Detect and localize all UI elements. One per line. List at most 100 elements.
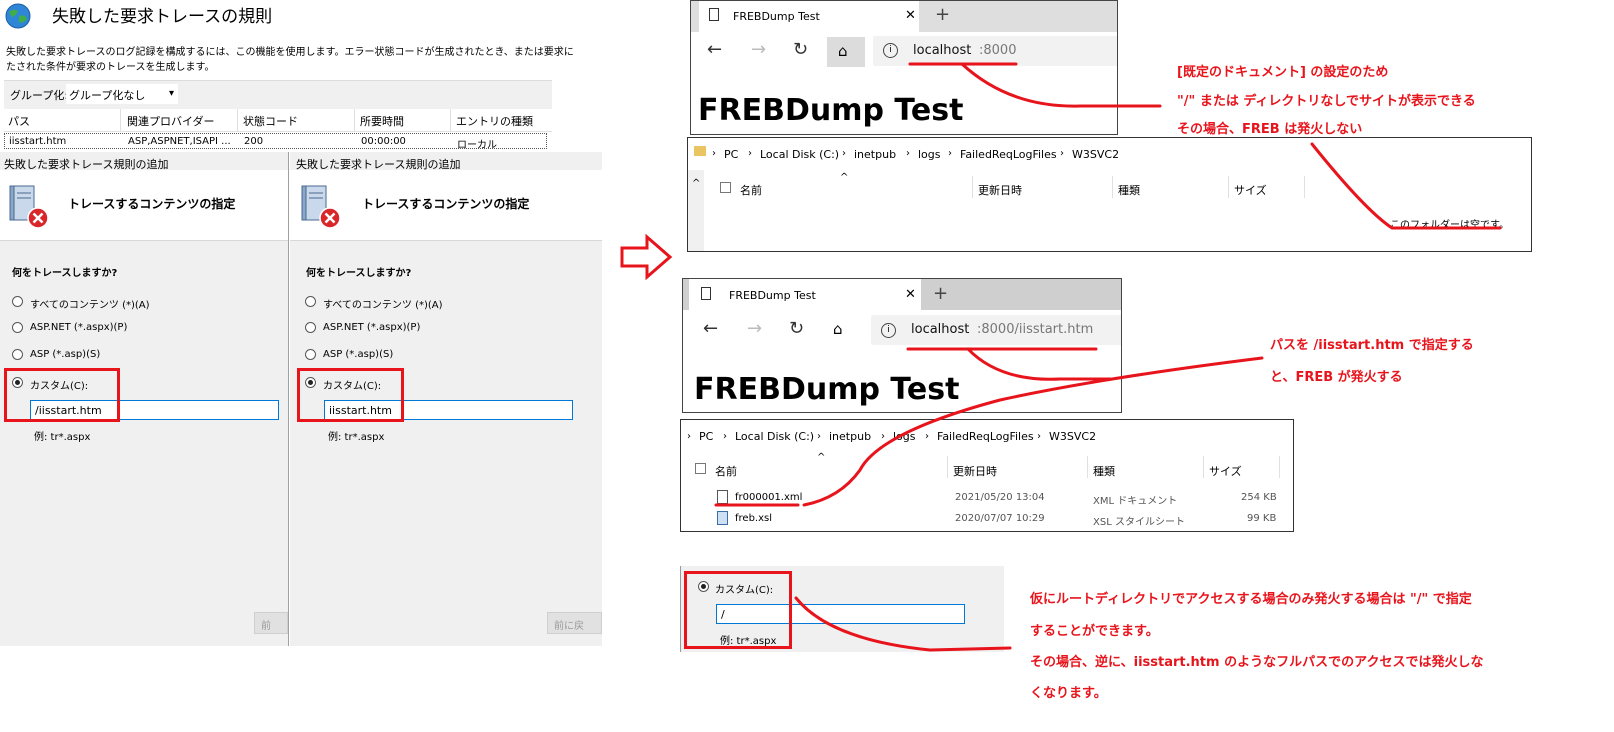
select-all-checkbox[interactable] bbox=[695, 463, 706, 474]
url-rest: :8000 bbox=[979, 43, 1017, 58]
breadcrumb-disk[interactable]: Local Disk (C:) bbox=[760, 148, 839, 161]
back-button[interactable]: 前 bbox=[254, 612, 288, 634]
select-all-checkbox[interactable] bbox=[720, 182, 731, 193]
breadcrumb-chevron: › bbox=[925, 431, 929, 442]
col-divider bbox=[947, 456, 948, 478]
col-size[interactable]: サイズ bbox=[1234, 182, 1267, 198]
refresh-icon[interactable]: ↻ bbox=[789, 318, 804, 339]
file-name: freb.xsl bbox=[735, 513, 772, 524]
note-3-line-4: くなります。 bbox=[1030, 686, 1107, 701]
wizard-left-title: 失敗した要求トレース規則の追加 bbox=[4, 158, 169, 171]
breadcrumb-chevron: › bbox=[1060, 148, 1064, 159]
wizard-left-heading: トレースするコンテンツの指定 bbox=[68, 197, 236, 211]
breadcrumb-inetpub[interactable]: inetpub bbox=[854, 148, 896, 161]
col-name[interactable]: 名前 bbox=[715, 463, 737, 479]
trace-book-error-icon bbox=[8, 184, 50, 230]
explorer-window-2: › PC › Local Disk (C:) › inetpub › logs … bbox=[680, 419, 1294, 532]
breadcrumb-failedreq[interactable]: FailedReqLogFiles bbox=[937, 430, 1034, 443]
col-divider bbox=[1304, 176, 1305, 198]
new-tab-icon[interactable]: + bbox=[933, 283, 948, 304]
row-entry-type: ローカル bbox=[457, 140, 497, 151]
info-icon: i bbox=[881, 323, 896, 338]
radio-all-content[interactable] bbox=[12, 296, 23, 307]
browser-window-1: FREBDump Test ✕ + ← → ↻ ⌂ i localhost :8… bbox=[690, 0, 1118, 135]
file-size: 254 KB bbox=[1241, 492, 1277, 503]
page-icon bbox=[709, 8, 719, 21]
breadcrumb-w3svc2[interactable]: W3SVC2 bbox=[1049, 430, 1096, 443]
group-label: グループ化: bbox=[10, 89, 69, 102]
col-size[interactable]: サイズ bbox=[1209, 463, 1242, 479]
col-type[interactable]: 種類 bbox=[1093, 463, 1115, 479]
home-button[interactable]: ⌂ bbox=[827, 37, 865, 67]
custom-example: 例: tr*.aspx bbox=[34, 432, 91, 443]
dropdown-arrow-icon: ▾ bbox=[168, 88, 174, 99]
col-type[interactable]: 種類 bbox=[1118, 182, 1140, 198]
file-date: 2021/05/20 13:04 bbox=[955, 492, 1045, 503]
new-tab-icon[interactable]: + bbox=[935, 4, 950, 25]
note-1-line-1: [既定のドキュメント] の設定のため bbox=[1177, 65, 1389, 80]
page-heading: FREBDump Test bbox=[694, 372, 960, 407]
breadcrumb-chevron: › bbox=[948, 148, 952, 159]
page-heading: FREBDump Test bbox=[698, 93, 964, 128]
url-host: localhost bbox=[911, 322, 970, 337]
col-entry-type[interactable]: エントリの種類 bbox=[456, 113, 533, 129]
breadcrumb-pc[interactable]: PC bbox=[699, 430, 713, 443]
close-tab-icon[interactable]: ✕ bbox=[905, 287, 916, 302]
forward-arrow-icon[interactable]: → bbox=[751, 39, 766, 60]
breadcrumb-logs[interactable]: logs bbox=[893, 430, 916, 443]
col-divider bbox=[1203, 456, 1204, 478]
col-date[interactable]: 更新日時 bbox=[978, 182, 1022, 198]
radio-asp[interactable] bbox=[12, 349, 23, 360]
breadcrumb-w3svc2[interactable]: W3SVC2 bbox=[1072, 148, 1119, 161]
back-button[interactable]: 前に戻 bbox=[547, 612, 602, 634]
collapse-up-icon[interactable]: ^ bbox=[692, 178, 700, 189]
radio-asp-label: ASP (*.asp)(S) bbox=[323, 349, 394, 360]
radio-all-content[interactable] bbox=[305, 296, 316, 307]
wizard-right-heading: トレースするコンテンツの指定 bbox=[362, 197, 530, 211]
close-tab-icon[interactable]: ✕ bbox=[905, 8, 916, 23]
breadcrumb-inetpub[interactable]: inetpub bbox=[829, 430, 871, 443]
radio-asp[interactable] bbox=[305, 349, 316, 360]
browser-tab[interactable]: FREBDump Test ✕ bbox=[689, 279, 921, 310]
breadcrumb-chevron: › bbox=[712, 148, 716, 159]
browser-tab[interactable]: FREBDump Test ✕ bbox=[699, 1, 919, 32]
col-name[interactable]: 名前 bbox=[740, 182, 762, 198]
breadcrumb-chevron: › bbox=[748, 148, 752, 159]
address-bar[interactable]: i localhost :8000/iisstart.htm bbox=[871, 315, 1121, 345]
note-3-line-2: することができます。 bbox=[1030, 624, 1159, 639]
col-divider bbox=[120, 109, 121, 131]
breadcrumb-disk[interactable]: Local Disk (C:) bbox=[735, 430, 814, 443]
table-row[interactable]: iisstart.htm ASP,ASPNET,ISAPI ... 200 00… bbox=[4, 133, 547, 151]
col-divider bbox=[1087, 456, 1088, 478]
col-duration[interactable]: 所要時間 bbox=[360, 113, 404, 129]
col-path[interactable]: パス bbox=[8, 113, 30, 129]
col-date[interactable]: 更新日時 bbox=[953, 463, 997, 479]
forward-arrow-icon[interactable]: → bbox=[747, 318, 762, 339]
xsl-file-icon bbox=[717, 511, 728, 525]
col-divider bbox=[972, 176, 973, 198]
breadcrumb-logs[interactable]: logs bbox=[918, 148, 941, 161]
note-3-line-1: 仮にルートディレクトリでアクセスする場合のみ発火する場合は "/" で指定 bbox=[1030, 592, 1472, 607]
wizard-right-title: 失敗した要求トレース規則の追加 bbox=[296, 158, 461, 171]
home-icon[interactable]: ⌂ bbox=[833, 320, 843, 338]
list-item[interactable]: freb.xsl 2020/07/07 10:29 XSL スタイルシート 99… bbox=[711, 509, 1291, 529]
address-bar[interactable]: i localhost :8000 bbox=[873, 36, 1117, 66]
group-select[interactable]: グループ化なし ▾ bbox=[66, 84, 178, 104]
breadcrumb-chevron: › bbox=[881, 431, 885, 442]
col-status[interactable]: 状態コード bbox=[243, 113, 298, 129]
radio-aspnet[interactable] bbox=[12, 322, 23, 333]
breadcrumb-failedreq[interactable]: FailedReqLogFiles bbox=[960, 148, 1057, 161]
list-item[interactable]: fr000001.xml 2021/05/20 13:04 XML ドキュメント… bbox=[711, 488, 1291, 508]
back-arrow-icon[interactable]: ← bbox=[703, 318, 718, 339]
refresh-icon[interactable]: ↻ bbox=[793, 39, 808, 60]
folder-icon bbox=[694, 146, 706, 156]
breadcrumb-chevron: › bbox=[842, 148, 846, 159]
back-arrow-icon[interactable]: ← bbox=[707, 39, 722, 60]
radio-asp-label: ASP (*.asp)(S) bbox=[30, 349, 101, 360]
iis-description-2: たされた条件が要求のトレースを生成します。 bbox=[6, 62, 215, 73]
url-rest: :8000/iisstart.htm bbox=[977, 322, 1094, 337]
col-provider[interactable]: 関連プロバイダー bbox=[127, 113, 215, 129]
radio-aspnet[interactable] bbox=[305, 322, 316, 333]
file-size: 99 KB bbox=[1247, 513, 1277, 524]
breadcrumb-pc[interactable]: PC bbox=[724, 148, 738, 161]
